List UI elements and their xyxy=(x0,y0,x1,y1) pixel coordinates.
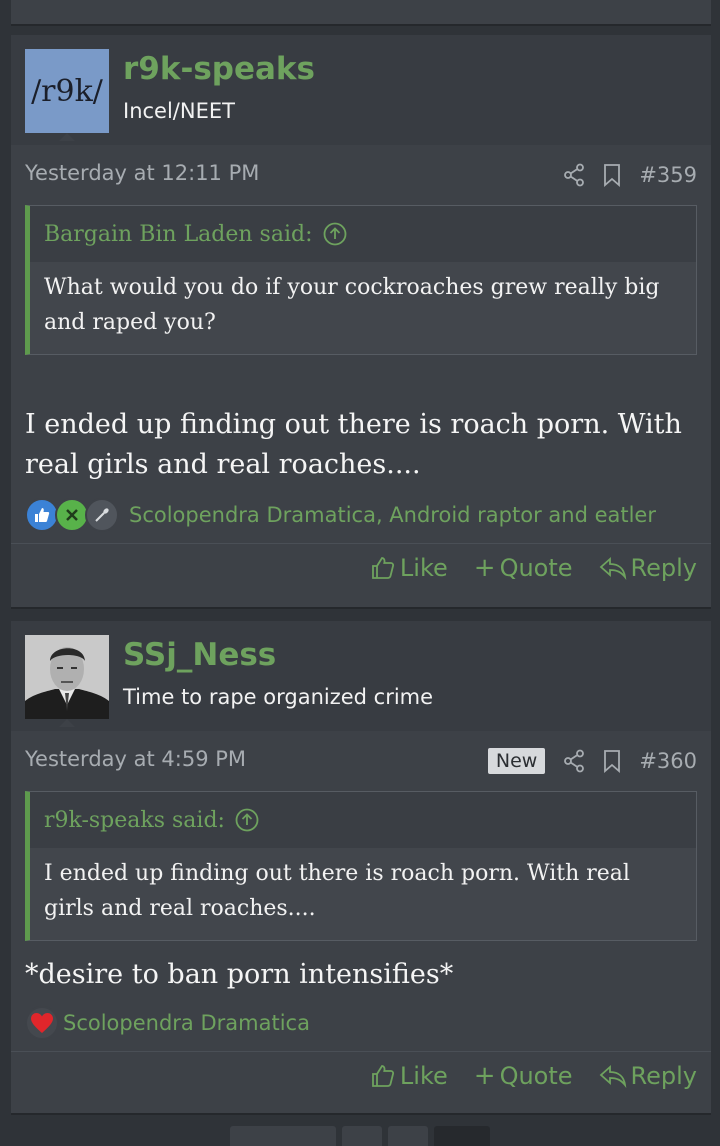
reply-icon xyxy=(599,1064,626,1088)
portrait-image xyxy=(25,635,109,719)
bookmark-icon[interactable] xyxy=(603,749,621,773)
reactions-bar[interactable]: Scolopendra Dramatica, Android raptor an… xyxy=(11,495,711,535)
plus-icon: + xyxy=(473,553,496,583)
spoon-reaction-icon xyxy=(85,498,119,532)
previous-post-stub xyxy=(11,0,711,26)
quote-header[interactable]: Bargain Bin Laden said: xyxy=(30,206,696,262)
plus-icon: + xyxy=(473,1061,496,1091)
post-meta-actions: #359 xyxy=(563,159,697,191)
avatar-pointer xyxy=(59,719,75,727)
reply-button[interactable]: Reply xyxy=(599,1062,697,1090)
post-message: *desire to ban porn intensifies* xyxy=(25,959,454,990)
post-header: SSj_Ness Time to rape organized crime xyxy=(11,621,711,731)
pagination xyxy=(230,1126,490,1146)
username[interactable]: r9k-speaks xyxy=(123,51,315,87)
x-reaction-icon xyxy=(55,498,89,532)
pagination-button[interactable] xyxy=(342,1126,382,1146)
quote-text: What would you do if your cockroaches gr… xyxy=(30,262,696,354)
quote-block: Bargain Bin Laden said: What would you d… xyxy=(25,205,697,355)
avatar-pointer xyxy=(59,133,75,141)
pagination-button[interactable] xyxy=(230,1126,336,1146)
post-actions: Like + Quote Reply xyxy=(11,543,711,592)
quote-button[interactable]: + Quote xyxy=(474,553,573,583)
heart-reaction-icon xyxy=(25,1006,59,1040)
post-header: /r9k/ r9k-speaks Incel/NEET xyxy=(11,35,711,145)
quote-label: Quote xyxy=(499,554,573,582)
avatar[interactable] xyxy=(25,635,109,719)
quote-author[interactable]: Bargain Bin Laden said: xyxy=(44,222,313,247)
post-meta-actions: New #360 xyxy=(487,745,697,777)
avatar-text: /r9k/ xyxy=(31,73,103,109)
quote-block: r9k-speaks said: I ended up finding out … xyxy=(25,791,697,941)
quote-text: I ended up finding out there is roach po… xyxy=(30,848,696,940)
post-number[interactable]: #359 xyxy=(639,163,697,187)
reaction-icons xyxy=(25,1006,59,1040)
reply-button[interactable]: Reply xyxy=(599,554,697,582)
like-button[interactable]: Like xyxy=(370,1062,448,1090)
quote-button[interactable]: + Quote xyxy=(474,1061,573,1091)
reaction-users[interactable]: Scolopendra Dramatica xyxy=(63,1011,310,1035)
post-meta: Yesterday at 4:59 PM New #360 xyxy=(11,731,711,791)
bookmark-icon[interactable] xyxy=(603,163,621,187)
reply-label: Reply xyxy=(630,554,697,582)
avatar[interactable]: /r9k/ xyxy=(25,49,109,133)
thumbs-up-icon xyxy=(372,1065,394,1087)
quote-author[interactable]: r9k-speaks said: xyxy=(44,808,225,833)
post-number[interactable]: #360 xyxy=(639,749,697,773)
like-label: Like xyxy=(399,1062,448,1090)
quote-header[interactable]: r9k-speaks said: xyxy=(30,792,696,848)
post-actions: Like + Quote Reply xyxy=(11,1051,711,1100)
arrow-up-circle-icon[interactable] xyxy=(235,808,259,832)
user-title: Incel/NEET xyxy=(123,99,235,123)
like-button[interactable]: Like xyxy=(370,554,448,582)
quote-label: Quote xyxy=(499,1062,573,1090)
thumbs-up-icon xyxy=(372,557,394,579)
reactions-bar[interactable]: Scolopendra Dramatica xyxy=(11,1003,711,1043)
username[interactable]: SSj_Ness xyxy=(123,637,276,673)
post-359: /r9k/ r9k-speaks Incel/NEET Yesterday at… xyxy=(11,35,711,609)
like-label: Like xyxy=(399,554,448,582)
reply-label: Reply xyxy=(630,1062,697,1090)
pagination-button[interactable] xyxy=(434,1126,490,1146)
post-timestamp[interactable]: Yesterday at 12:11 PM xyxy=(25,161,259,185)
reaction-users[interactable]: Scolopendra Dramatica, Android raptor an… xyxy=(129,503,656,527)
share-icon[interactable] xyxy=(563,749,585,773)
post-meta: Yesterday at 12:11 PM #359 xyxy=(11,145,711,205)
arrow-up-circle-icon[interactable] xyxy=(323,222,347,246)
share-icon[interactable] xyxy=(563,163,585,187)
post-360: SSj_Ness Time to rape organized crime Ye… xyxy=(11,621,711,1115)
reply-icon xyxy=(599,556,626,580)
like-reaction-icon xyxy=(25,498,59,532)
post-message: I ended up finding out there is roach po… xyxy=(25,409,682,480)
user-title: Time to rape organized crime xyxy=(123,685,434,709)
reaction-icons xyxy=(25,498,119,532)
pagination-button[interactable] xyxy=(388,1126,428,1146)
post-timestamp[interactable]: Yesterday at 4:59 PM xyxy=(25,747,246,771)
new-badge: New xyxy=(487,748,546,774)
